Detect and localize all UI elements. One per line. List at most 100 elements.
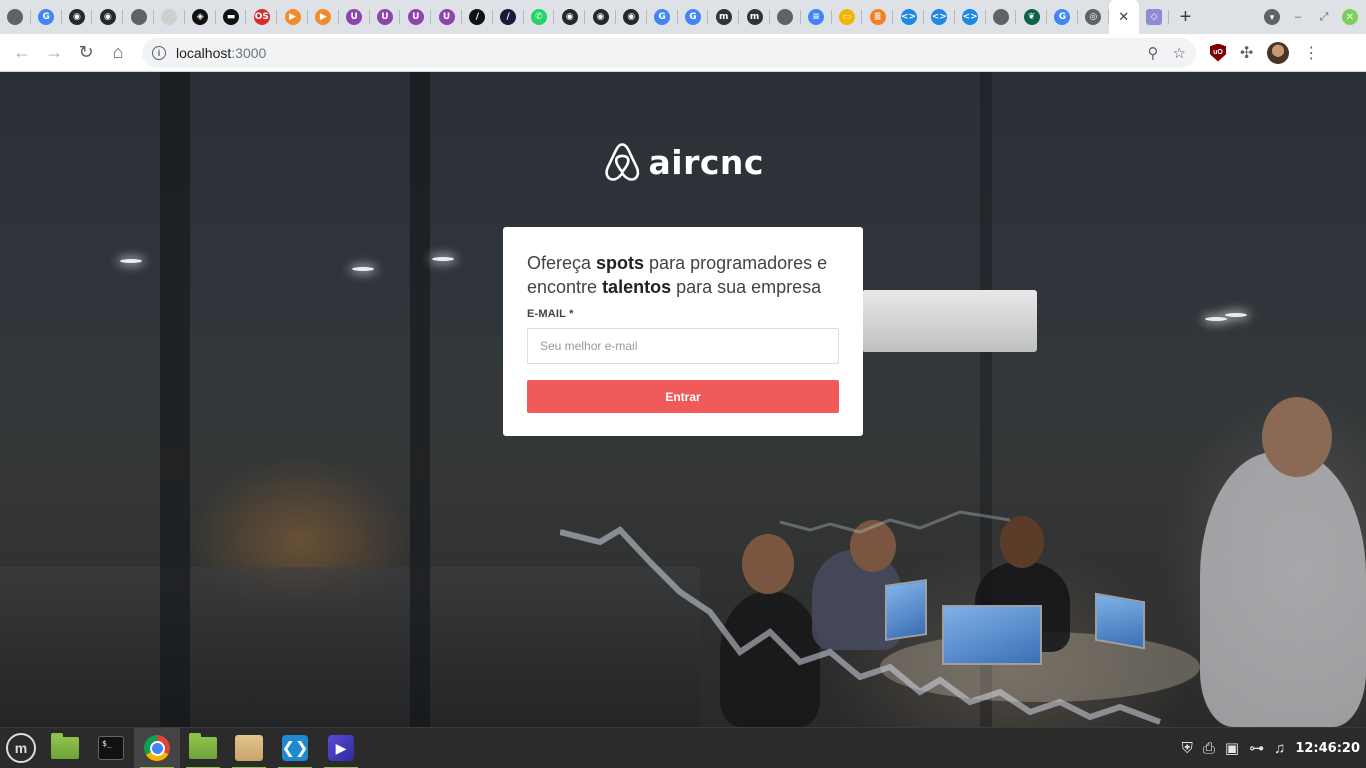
browser-toolbar: ← → ↻ ⌂ i localhost:3000 ⚲ ☆ uO ✣ ⋮ [0,34,1366,72]
tab-item[interactable] [986,0,1017,34]
tab-item[interactable]: / [493,0,524,34]
taskbar-terminal[interactable]: $_ [88,728,134,768]
close-window-icon[interactable]: ✕ [1342,9,1358,25]
code-icon: <> [962,9,979,25]
tab-item[interactable]: ≣ [862,0,893,34]
tab-item[interactable]: / [462,0,493,34]
submit-button[interactable]: Entrar [527,380,839,413]
vscode-icon: ❮❯ [282,735,308,761]
globe-icon [777,9,794,25]
person-head-image [1262,397,1332,477]
address-bar[interactable]: i localhost:3000 ⚲ ☆ [142,37,1196,68]
tab-item[interactable] [770,0,801,34]
tab-item[interactable]: ◈ [185,0,216,34]
taskbar-archive[interactable] [226,728,272,768]
tab-item[interactable]: <> [924,0,955,34]
bookmark-star-icon[interactable]: ☆ [1173,44,1186,62]
tab-item[interactable]: <> [893,0,924,34]
minimize-icon[interactable]: – [1290,9,1306,25]
extension-page-icon: ◇ [1146,9,1163,25]
tab-item[interactable]: ◉ [616,0,647,34]
media-player-icon: ▶ [328,735,354,761]
tab-item[interactable] [123,0,154,34]
globe-icon [130,9,147,25]
airbnb-belo-icon [605,143,640,181]
purple-u-icon: U [438,9,455,25]
tab-item[interactable]: ▭ [832,0,863,34]
omnibox-actions: ⚲ ☆ [1148,38,1186,68]
ceiling-light [120,259,142,263]
back-icon[interactable]: ← [6,37,38,69]
tab-item[interactable]: U [400,0,431,34]
tab-item[interactable]: G [1047,0,1078,34]
tab-item[interactable]: ◎ [1078,0,1109,34]
tab-item[interactable]: ◉ [92,0,123,34]
tab-search-icon[interactable]: ▾ [1264,9,1280,25]
chrome-icon [144,735,170,761]
extensions-puzzle-icon[interactable]: ✣ [1240,43,1253,63]
background-wave-decoration [560,510,1162,725]
background-pillar [160,72,190,727]
tab-item[interactable]: U [431,0,462,34]
tab-item[interactable]: ◉ [62,0,93,34]
tab-item[interactable] [154,0,185,34]
maximize-icon[interactable]: ⤢ [1316,9,1332,25]
purple-u-icon: U [376,9,393,25]
close-tab-icon[interactable]: ✕ [1118,9,1129,25]
codepen-icon: ◈ [192,9,209,25]
ublock-origin-icon[interactable]: uO [1210,43,1226,62]
tab-item[interactable]: U [370,0,401,34]
aircnc-logo: aircnc [604,136,764,188]
tab-item[interactable]: G [31,0,62,34]
clock[interactable]: 12:46:20 [1295,741,1360,756]
github-icon: ◉ [68,9,85,25]
tab-item[interactable]: m [739,0,770,34]
taskbar-chrome[interactable] [134,727,180,768]
tab-item[interactable] [0,0,31,34]
tab-item[interactable]: U [339,0,370,34]
tab-item[interactable]: m [708,0,739,34]
reload-icon[interactable]: ↻ [70,37,102,69]
tab-item[interactable]: <> [955,0,986,34]
sound-icon[interactable]: ♫ [1274,740,1285,757]
url-text[interactable]: localhost:3000 [176,45,266,61]
screenshot-icon[interactable]: ▣ [1225,739,1239,757]
shield-icon[interactable]: ⛨ [1182,740,1193,757]
taskbar-media-player[interactable]: ▶ [318,728,364,768]
forward-icon[interactable]: → [38,37,70,69]
google-icon: G [684,9,701,25]
tab-item[interactable]: ❦ [1016,0,1047,34]
browser-menu-icon[interactable]: ⋮ [1303,43,1319,63]
stackoverflow-icon: ≣ [869,9,886,25]
extensions-area: uO ✣ ⋮ [1210,41,1319,64]
tab-item[interactable]: OS [246,0,277,34]
tab-item[interactable]: G [647,0,678,34]
email-input[interactable] [527,328,839,364]
tab-item[interactable]: ◉ [554,0,585,34]
system-tray: ⛨ ⎙ ▣ ⊶ ♫ 12:46:20 [1182,739,1366,758]
tab-active[interactable]: ✕ [1108,0,1139,34]
start-menu-button[interactable]: m [0,728,42,768]
headline-text: para sua empresa [671,277,822,297]
tab-item[interactable]: ≡ [801,0,832,34]
taskbar-vscode[interactable]: ❮❯ [272,728,318,768]
tab-item[interactable]: ▶ [308,0,339,34]
zoom-icon[interactable]: ⚲ [1148,44,1159,62]
tab-item[interactable]: ▶ [277,0,308,34]
network-icon[interactable]: ⊶ [1249,739,1264,757]
tab-item[interactable]: G [678,0,709,34]
mongodb-icon: ❦ [1023,9,1040,25]
terminal-icon: $_ [98,736,124,760]
new-tab-button[interactable]: + [1169,0,1201,34]
taskbar-file-manager[interactable] [42,728,88,768]
tab-item[interactable]: ▬ [216,0,247,34]
printer-icon[interactable]: ⎙ [1203,740,1215,757]
home-icon[interactable]: ⌂ [102,37,134,69]
chrome-icon: ◎ [1085,9,1102,25]
tab-item[interactable]: ◉ [585,0,616,34]
taskbar-files[interactable] [180,728,226,768]
tab-extension-page[interactable]: ◇ [1139,0,1170,34]
site-info-icon[interactable]: i [152,45,166,60]
tab-item[interactable]: ✆ [524,0,555,34]
profile-avatar[interactable] [1267,41,1290,64]
